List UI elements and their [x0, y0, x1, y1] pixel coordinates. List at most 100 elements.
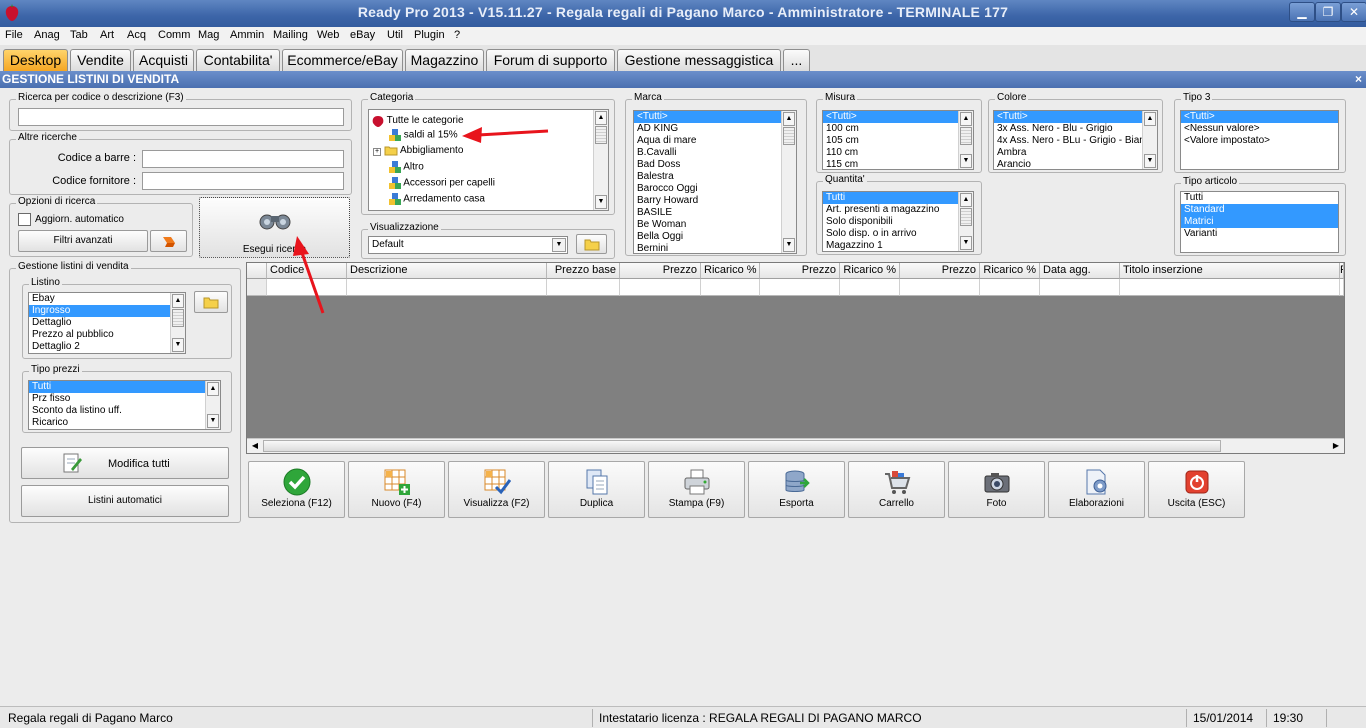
table-cell[interactable] [760, 279, 840, 296]
column-header[interactable]: Titolo inserzione [1120, 263, 1340, 279]
list-item[interactable]: 105 cm [823, 135, 973, 147]
list-item[interactable]: Prz fisso [29, 393, 220, 405]
scroll-up-icon[interactable]: ▲ [960, 193, 972, 207]
view-folder-button[interactable] [576, 234, 607, 254]
table-cell[interactable] [547, 279, 620, 296]
close-section-button[interactable]: × [1355, 71, 1362, 88]
column-header[interactable]: Prezzo base [547, 263, 620, 279]
list-item[interactable]: Bernini [634, 243, 796, 253]
print-button[interactable]: Stampa (F9) [648, 461, 745, 518]
list-item[interactable]: 115 cm [823, 159, 973, 169]
processing-button[interactable]: Elaborazioni [1048, 461, 1145, 518]
tree-item[interactable]: + Abbigliamento [373, 145, 463, 157]
scroll-up-icon[interactable]: ▲ [960, 112, 972, 126]
close-window-button[interactable]: ✕ [1341, 2, 1366, 22]
menu-file[interactable]: File [5, 29, 23, 41]
list-item[interactable]: B.Cavalli [634, 147, 796, 159]
list-item[interactable]: Prezzo al pubblico [29, 329, 185, 341]
article-type-list[interactable]: Tutti Standard Matrici Varianti [1180, 191, 1339, 253]
menu-plugin[interactable]: Plugin [414, 29, 445, 41]
clear-filters-button[interactable] [150, 230, 187, 252]
tab-messaggistica[interactable]: Gestione messaggistica [617, 49, 781, 71]
scroll-down-icon[interactable]: ▼ [207, 414, 219, 428]
scroll-up-icon[interactable]: ▲ [1144, 112, 1156, 126]
run-search-button[interactable]: Esegui ricerca [199, 197, 350, 258]
supplier-code-field[interactable] [142, 172, 344, 190]
scroll-up-icon[interactable]: ▲ [595, 111, 607, 125]
tree-item[interactable]: Accessori per capelli [389, 177, 495, 189]
table-cell[interactable] [840, 279, 900, 296]
list-item[interactable]: AD KING [634, 123, 796, 135]
size-scrollbar[interactable]: ▲ ▼ [958, 111, 973, 169]
column-header[interactable]: Prezzo [900, 263, 980, 279]
list-item[interactable]: Tutti [823, 192, 973, 204]
list-item[interactable]: Tutti [1181, 192, 1338, 204]
column-header[interactable]: Ricarico % [701, 263, 760, 279]
table-cell[interactable] [900, 279, 980, 296]
menu-tab[interactable]: Tab [70, 29, 88, 41]
list-item[interactable]: <Valore impostato> [1181, 135, 1338, 147]
list-item[interactable]: 110 cm [823, 147, 973, 159]
list-item[interactable]: <Tutti> [994, 111, 1143, 123]
scroll-down-icon[interactable]: ▼ [172, 338, 184, 352]
color-scrollbar[interactable]: ▲ ▼ [1142, 111, 1157, 169]
scroll-up-icon[interactable]: ▲ [783, 112, 795, 126]
column-header[interactable]: Descrizione [347, 263, 547, 279]
menu-help[interactable]: ? [454, 29, 460, 41]
scroll-up-icon[interactable]: ▲ [207, 382, 219, 396]
list-item[interactable]: 4x Ass. Nero - BLu - Grigio - Bianco [994, 135, 1143, 147]
quantity-scrollbar[interactable]: ▲ ▼ [958, 192, 973, 251]
list-item[interactable]: <Tutti> [1181, 111, 1338, 123]
list-item[interactable]: Tutti [29, 381, 220, 393]
barcode-field[interactable] [142, 150, 344, 168]
menu-mailing[interactable]: Mailing [273, 29, 308, 41]
list-item[interactable]: BASILE [634, 207, 796, 219]
scroll-up-icon[interactable]: ▲ [172, 294, 184, 308]
menu-web[interactable]: Web [317, 29, 339, 41]
edit-all-button[interactable]: Modifica tutti [21, 447, 229, 479]
list-item[interactable]: Bad Doss [634, 159, 796, 171]
tab-forum[interactable]: Forum di supporto [486, 49, 615, 71]
list-item[interactable]: <Tutti> [634, 111, 796, 123]
list-item[interactable]: Ebay [29, 293, 185, 305]
exit-button[interactable]: Uscita (ESC) [1148, 461, 1245, 518]
tab-acquisti[interactable]: Acquisti [133, 49, 194, 71]
size-list[interactable]: <Tutti> 100 cm 105 cm 110 cm 115 cm ▲ ▼ [822, 110, 974, 170]
tree-item[interactable]: Tutte le categorie [372, 114, 464, 128]
duplicate-button[interactable]: Duplica [548, 461, 645, 518]
type3-list[interactable]: <Tutti> <Nessun valore> <Valore impostat… [1180, 110, 1339, 170]
price-type-scrollbar[interactable]: ▲ ▼ [205, 381, 220, 429]
view-select[interactable]: Default ▼ [368, 236, 568, 254]
grid-hscrollbar[interactable]: ◀ ▶ [247, 438, 1344, 453]
menu-anag[interactable]: Anag [34, 29, 60, 41]
menu-art[interactable]: Art [100, 29, 114, 41]
auto-update-checkbox[interactable] [18, 213, 31, 226]
list-item[interactable]: Matrici [1181, 216, 1338, 228]
search-input[interactable] [18, 108, 344, 126]
scroll-right-icon[interactable]: ▶ [1329, 439, 1343, 453]
view-button[interactable]: Visualizza (F2) [448, 461, 545, 518]
column-header[interactable]: Prezzo [620, 263, 701, 279]
menu-acq[interactable]: Acq [127, 29, 146, 41]
column-header[interactable]: Ricarico % [840, 263, 900, 279]
table-cell[interactable] [701, 279, 760, 296]
brand-scrollbar[interactable]: ▲ ▼ [781, 111, 796, 253]
maximize-button[interactable]: ❐ [1315, 2, 1341, 22]
list-item[interactable]: Standard [1181, 204, 1338, 216]
table-cell[interactable] [347, 279, 547, 296]
brand-list[interactable]: <Tutti> AD KING Aqua di mare B.Cavalli B… [633, 110, 797, 254]
tab-more[interactable]: ... [783, 49, 810, 71]
list-item[interactable]: Balestra [634, 171, 796, 183]
tab-magazzino[interactable]: Magazzino [405, 49, 484, 71]
menu-util[interactable]: Util [387, 29, 403, 41]
column-header[interactable]: R [1340, 263, 1344, 279]
list-item[interactable]: Be Woman [634, 219, 796, 231]
scroll-down-icon[interactable]: ▼ [960, 236, 972, 250]
listino-scrollbar[interactable]: ▲ ▼ [170, 293, 185, 353]
list-item[interactable]: Art. presenti a magazzino [823, 204, 973, 216]
color-list[interactable]: <Tutti> 3x Ass. Nero - Blu - Grigio 4x A… [993, 110, 1158, 170]
menu-comm[interactable]: Comm [158, 29, 190, 41]
tree-item[interactable]: Arredamento casa [389, 193, 485, 205]
column-header[interactable]: Ricarico % [980, 263, 1040, 279]
list-item[interactable]: Solo disp. o in arrivo [823, 228, 973, 240]
